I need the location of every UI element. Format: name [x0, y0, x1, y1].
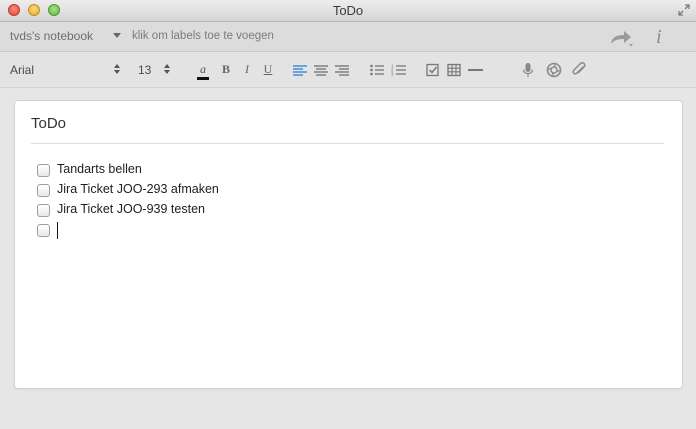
- attachment-icon[interactable]: [572, 62, 588, 78]
- todo-checkbox[interactable]: [37, 184, 50, 197]
- chevron-down-icon[interactable]: [113, 33, 121, 38]
- title-bar: ToDo: [0, 0, 696, 22]
- numbered-list-icon[interactable]: 123: [391, 62, 406, 78]
- note-title[interactable]: ToDo: [31, 115, 66, 132]
- fullscreen-icon[interactable]: [678, 4, 690, 16]
- font-size-stepper-icon[interactable]: [164, 63, 170, 75]
- font-family-stepper-icon[interactable]: [114, 63, 120, 75]
- horizontal-rule-icon[interactable]: [468, 62, 483, 78]
- share-arrow-icon[interactable]: [608, 28, 636, 48]
- title-divider: [31, 143, 664, 144]
- todo-checkbox[interactable]: [37, 204, 50, 217]
- tags-input[interactable]: klik om labels toe te voegen: [132, 30, 274, 42]
- notebook-selector[interactable]: tvds's notebook: [10, 29, 93, 43]
- align-right-icon[interactable]: [335, 62, 349, 78]
- todo-checkbox[interactable]: [37, 224, 50, 237]
- camera-icon[interactable]: [546, 62, 562, 78]
- text-color-button[interactable]: a: [196, 62, 210, 80]
- todo-text[interactable]: Jira Ticket JOO-939 testen: [57, 202, 205, 216]
- todo-text[interactable]: Jira Ticket JOO-293 afmaken: [57, 182, 219, 196]
- table-icon[interactable]: [447, 62, 461, 78]
- font-family-select[interactable]: Arial: [10, 63, 34, 77]
- todo-checkbox[interactable]: [37, 164, 50, 177]
- info-icon[interactable]: i: [656, 26, 670, 48]
- align-left-icon[interactable]: [293, 62, 307, 78]
- note-header-bar: tvds's notebook klik om labels toe te vo…: [0, 22, 696, 52]
- todo-text[interactable]: Tandarts bellen: [57, 162, 142, 176]
- formatting-toolbar: Arial 13 a B I U 123: [0, 52, 696, 88]
- align-center-icon[interactable]: [314, 62, 328, 78]
- underline-button[interactable]: U: [261, 62, 275, 77]
- text-cursor: [57, 222, 58, 239]
- bullet-list-icon[interactable]: [370, 62, 384, 78]
- text-color-swatch: [197, 77, 209, 80]
- checkbox-icon[interactable]: [426, 62, 440, 78]
- microphone-icon[interactable]: [522, 62, 534, 78]
- svg-text:3: 3: [391, 72, 394, 77]
- text-color-label: a: [200, 62, 206, 76]
- font-size-select[interactable]: 13: [138, 63, 151, 77]
- note-editor[interactable]: ToDo Tandarts bellen Jira Ticket JOO-293…: [15, 101, 682, 388]
- bold-button[interactable]: B: [219, 62, 233, 77]
- window-title: ToDo: [332, 3, 364, 18]
- italic-button[interactable]: I: [240, 62, 254, 77]
